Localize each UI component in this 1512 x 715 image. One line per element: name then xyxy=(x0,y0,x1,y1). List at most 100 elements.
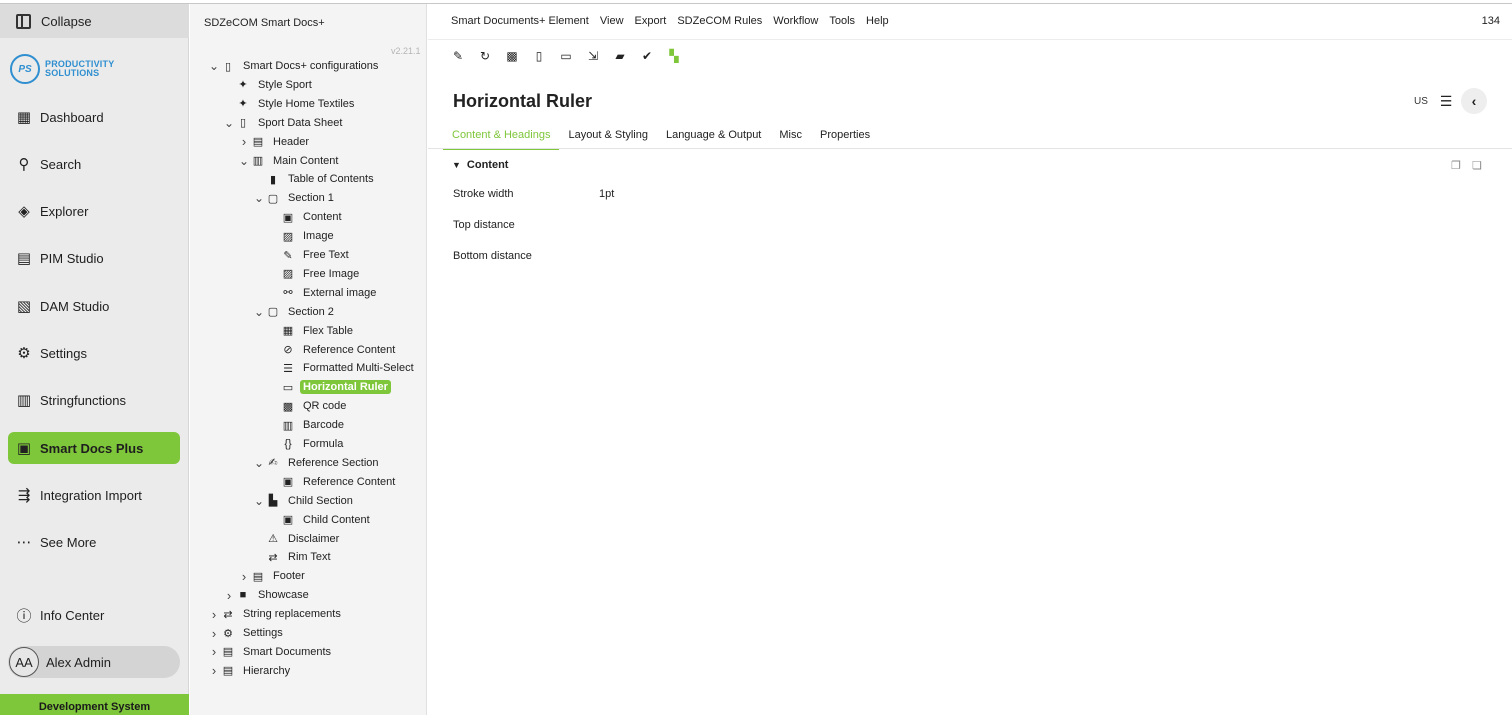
tree-node-label: Table of Contents xyxy=(288,173,374,186)
menu-item-tools[interactable]: Tools xyxy=(829,15,855,27)
tree-node[interactable]: ⌄ ✍ Reference Section xyxy=(252,454,382,472)
tree-node[interactable]: ▣ Child Content xyxy=(267,511,373,529)
main-navigation: Collapse PS PRODUCTIVITY SOLUTIONS ▦ Das… xyxy=(0,4,189,715)
tree-node[interactable]: ⌄ ▥ Main Content xyxy=(237,152,341,170)
tree-node[interactable]: ⊘ Reference Content xyxy=(267,341,398,359)
menu-item-view[interactable]: View xyxy=(600,15,624,27)
tree-node[interactable]: ▮ Table of Contents xyxy=(252,170,377,188)
locale-selector[interactable]: US xyxy=(1414,96,1428,107)
nav-item-pim-studio[interactable]: ▤ PIM Studio xyxy=(8,242,180,274)
menu-item-workflow[interactable]: Workflow xyxy=(773,15,818,27)
tree-node[interactable]: ⌄ ▢ Section 1 xyxy=(252,189,337,207)
tree-node[interactable]: ✦ Style Home Textiles xyxy=(222,95,357,113)
nav-item-see-more[interactable]: ⋯ See More xyxy=(8,526,180,558)
hierarchy-icon[interactable]: ▚ xyxy=(667,49,681,63)
tree-node[interactable]: ☰ Formatted Multi-Select xyxy=(267,359,417,377)
nav-item-integration-import[interactable]: ⇶ Integration Import xyxy=(8,479,180,511)
stroke-width-field[interactable]: 1pt xyxy=(599,188,614,200)
tree-node[interactable]: › ▤ Footer xyxy=(237,567,308,585)
tree-node[interactable]: ▦ Flex Table xyxy=(267,322,356,340)
tree-node-label: Hierarchy xyxy=(243,664,291,677)
chevron-right-icon[interactable]: › xyxy=(237,569,251,584)
chevron-down-icon[interactable]: ⌄ xyxy=(237,154,251,168)
tree-node[interactable]: ▩ QR code xyxy=(267,397,349,415)
pdf-settings-icon[interactable]: ▭ xyxy=(559,49,573,63)
section-header[interactable]: ▼ Content xyxy=(452,159,508,171)
tree-node[interactable]: ▥ Barcode xyxy=(267,416,347,434)
user-menu[interactable]: AA Alex Admin xyxy=(8,646,180,678)
tree-node[interactable]: ⌄ ▢ Section 2 xyxy=(252,303,337,321)
tree-node[interactable]: ▭ Horizontal Ruler xyxy=(267,378,391,396)
menu-divider xyxy=(428,39,1512,40)
tab-divider xyxy=(428,148,1512,149)
tree-node-label: Formula xyxy=(303,438,344,450)
nav-item-stringfunctions[interactable]: ▥ Stringfunctions xyxy=(8,384,180,416)
tree-node-label: Reference Content xyxy=(303,343,396,356)
style-icon: ✦ xyxy=(238,79,248,92)
reload-icon[interactable]: ↻ xyxy=(478,49,492,63)
chevron-down-icon[interactable]: ⌄ xyxy=(252,305,266,319)
menu-item-rules[interactable]: SDZeCOM Rules xyxy=(677,15,762,27)
tree-node[interactable]: › ■ Showcase xyxy=(222,586,312,604)
chevron-down-icon[interactable]: ⌄ xyxy=(252,494,266,508)
tree-node[interactable]: ▣ Content xyxy=(267,208,345,226)
section-icon: ▢ xyxy=(267,192,279,205)
tree-node[interactable]: › ▤ Smart Documents xyxy=(207,643,334,661)
tab-language-output[interactable]: Language & Output xyxy=(657,123,770,150)
tree-node[interactable]: ✦ Style Sport xyxy=(222,76,315,94)
check-circle-icon[interactable]: ✔ xyxy=(640,49,654,63)
tree-node[interactable]: ▣ Reference Content xyxy=(267,473,398,491)
tab-content-headings[interactable]: Content & Headings xyxy=(443,123,560,150)
menu-item-export[interactable]: Export xyxy=(635,15,667,27)
tree-node-label: Content xyxy=(303,211,342,224)
back-button[interactable]: ‹ xyxy=(1461,88,1487,114)
chevron-down-icon[interactable]: ⌄ xyxy=(252,191,266,205)
nav-item-smart-docs-plus[interactable]: ▣ Smart Docs Plus xyxy=(8,432,180,464)
collapse-button[interactable]: Collapse xyxy=(0,4,189,38)
tree-node[interactable]: ▨ Free Image xyxy=(267,265,362,283)
nav-item-info-center[interactable]: ⓘ Info Center xyxy=(8,599,180,631)
nav-item-settings[interactable]: ⚙ Settings xyxy=(8,337,180,369)
chevron-down-icon[interactable]: ⌄ xyxy=(207,59,221,73)
tab-misc[interactable]: Misc xyxy=(770,123,811,150)
field-label-bottom-distance: Bottom distance xyxy=(453,250,532,262)
tree-node[interactable]: › ▤ Header xyxy=(237,133,312,151)
tab-layout-styling[interactable]: Layout & Styling xyxy=(559,123,657,150)
preview-icon[interactable]: ▩ xyxy=(505,49,519,63)
tree-node[interactable]: ⚯ External image xyxy=(267,284,379,302)
tree-node[interactable]: ▨ Image xyxy=(267,227,337,245)
tree-node[interactable]: › ⇄ String replacements xyxy=(207,605,344,623)
chevron-right-icon[interactable]: › xyxy=(207,607,221,622)
tree-node[interactable]: › ⚙ Settings xyxy=(207,624,286,642)
menu-item-help[interactable]: Help xyxy=(866,15,889,27)
chevron-right-icon[interactable]: › xyxy=(222,588,236,603)
tree-node[interactable]: {} Formula xyxy=(267,435,346,453)
menu-item-element[interactable]: Smart Documents+ Element xyxy=(451,15,589,27)
tree-node[interactable]: › ▤ Hierarchy xyxy=(207,662,293,680)
chevron-down-icon[interactable]: ⌄ xyxy=(252,456,266,470)
tree-node[interactable]: ⚠ Disclaimer xyxy=(252,530,342,548)
tree-node[interactable]: ⌄ ▯ Sport Data Sheet xyxy=(222,114,345,132)
export-icon[interactable]: ⇲ xyxy=(586,49,600,63)
nav-item-explorer[interactable]: ◈ Explorer xyxy=(8,195,180,227)
sliders-icon[interactable]: ☰ xyxy=(1438,93,1454,109)
pdf-icon[interactable]: ▯ xyxy=(532,49,546,63)
briefcase-icon[interactable]: ▰ xyxy=(613,49,627,63)
tab-properties[interactable]: Properties xyxy=(811,123,879,150)
tree-node[interactable]: ⌄ ▙ Child Section xyxy=(252,492,356,510)
chevron-right-icon[interactable]: › xyxy=(207,663,221,678)
edit-icon[interactable]: ✎ xyxy=(451,49,465,63)
chevron-right-icon[interactable]: › xyxy=(207,644,221,659)
copy-icon[interactable]: ❐ xyxy=(1450,159,1462,172)
image-icon: ▧ xyxy=(16,298,32,315)
tree-node[interactable]: ⌄ ▯ Smart Docs+ configurations xyxy=(207,57,381,75)
nav-item-dashboard[interactable]: ▦ Dashboard xyxy=(8,101,180,133)
chevron-right-icon[interactable]: › xyxy=(207,626,221,641)
nav-item-search[interactable]: ⚲ Search xyxy=(8,148,180,180)
nav-item-dam-studio[interactable]: ▧ DAM Studio xyxy=(8,290,180,322)
paste-icon[interactable]: ❏ xyxy=(1471,159,1483,172)
chevron-right-icon[interactable]: › xyxy=(237,134,251,149)
chevron-down-icon[interactable]: ⌄ xyxy=(222,116,236,130)
tree-node[interactable]: ✎ Free Text xyxy=(267,246,352,264)
tree-node[interactable]: ⇄ Rim Text xyxy=(252,548,334,566)
